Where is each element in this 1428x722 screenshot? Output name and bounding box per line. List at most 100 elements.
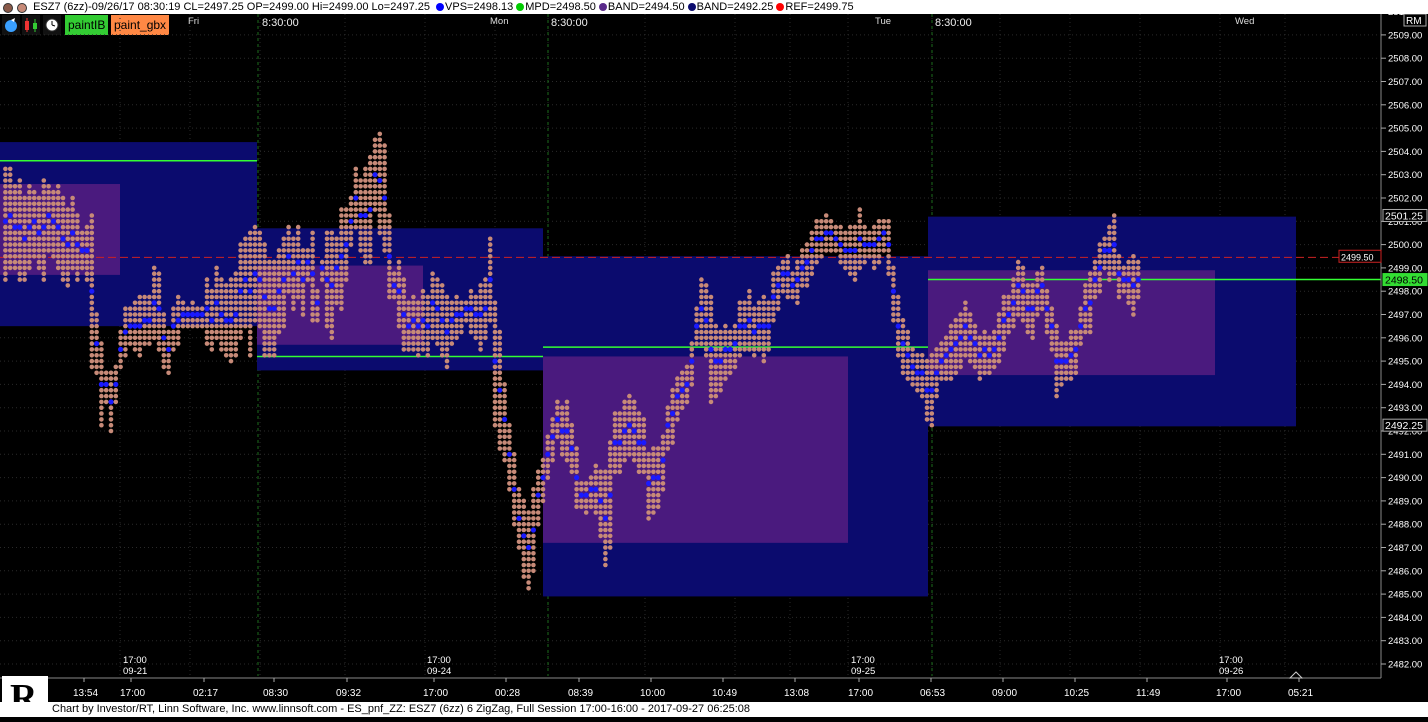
pnf-box xyxy=(382,149,387,154)
pnf-box xyxy=(497,399,503,405)
pnf-box xyxy=(290,271,296,277)
pnf-box xyxy=(166,353,171,358)
pnf-box xyxy=(75,230,80,236)
pnf-box xyxy=(70,224,75,230)
pnf-box xyxy=(147,323,152,329)
pnf-box xyxy=(271,277,277,282)
pnf-box xyxy=(1001,347,1007,352)
pnf-box xyxy=(483,300,488,306)
pnf-box xyxy=(243,248,248,253)
pnf-box xyxy=(425,323,431,329)
pnf-box xyxy=(276,312,282,317)
pnf-box xyxy=(1015,300,1021,306)
pnf-box xyxy=(271,288,277,294)
pnf-box xyxy=(387,283,392,288)
pnf-box xyxy=(718,335,723,341)
price-tick-label: 2484.00 xyxy=(1388,613,1422,624)
pnf-box xyxy=(684,393,690,399)
pnf-box xyxy=(747,300,752,306)
pnf-box xyxy=(852,247,858,253)
pnf-box xyxy=(603,481,608,486)
pnf-box xyxy=(1049,335,1055,341)
pnf-box xyxy=(958,364,963,370)
pnf-box xyxy=(1126,294,1131,300)
pnf-box xyxy=(286,271,291,277)
pnf-box xyxy=(257,271,263,277)
pnf-box xyxy=(651,492,656,498)
pnf-box xyxy=(430,300,436,306)
pnf-box xyxy=(751,329,757,335)
price-tick-label: 2504.00 xyxy=(1388,147,1422,158)
pnf-box xyxy=(598,492,603,498)
pnf-box xyxy=(324,277,330,283)
pnf-column xyxy=(655,446,661,510)
pnf-box xyxy=(526,562,531,568)
pnf-column xyxy=(406,300,412,352)
pnf-box xyxy=(372,137,378,143)
pnf-box xyxy=(583,492,589,498)
pnf-box xyxy=(766,306,771,312)
pnf-box xyxy=(1092,259,1098,265)
pnf-box xyxy=(473,306,479,312)
pnf-box xyxy=(1034,288,1040,294)
pnf-box xyxy=(127,323,133,329)
pnf-box xyxy=(324,230,330,236)
pnf-box xyxy=(396,259,402,265)
pnf-box xyxy=(267,300,272,306)
pnf-box xyxy=(550,428,555,434)
pnf-box xyxy=(857,259,863,265)
pnf-box xyxy=(1006,329,1011,335)
pnf-chart[interactable]: 2482.002483.002484.002485.002486.002487.… xyxy=(0,14,1428,702)
pnf-box xyxy=(247,254,253,259)
pnf-box xyxy=(358,236,363,242)
pnf-box xyxy=(262,353,267,358)
pnf-column xyxy=(967,312,973,364)
pnf-box xyxy=(459,318,464,323)
pnf-box xyxy=(545,434,551,440)
pnf-box xyxy=(497,335,503,341)
pnf-box xyxy=(722,346,729,352)
pnf-box xyxy=(420,294,426,300)
pnf-box xyxy=(262,254,267,259)
pnf-box xyxy=(473,311,479,318)
pnf-box xyxy=(214,323,219,329)
pnf-box xyxy=(675,417,680,422)
pnf-box xyxy=(929,393,935,399)
pnf-box xyxy=(401,329,407,335)
pnf-box xyxy=(636,469,642,475)
pnf-box xyxy=(108,399,114,405)
pnf-box xyxy=(233,300,239,306)
pnf-box xyxy=(401,277,407,282)
pnf-box xyxy=(367,160,373,166)
pnf-box xyxy=(521,521,527,527)
pnf-box xyxy=(1087,300,1093,306)
pnf-box xyxy=(521,504,527,510)
pnf-box xyxy=(449,317,455,323)
pnf-box xyxy=(156,341,162,346)
pnf-box xyxy=(127,335,133,341)
pnf-box xyxy=(98,381,104,387)
pnf-box xyxy=(151,306,157,312)
pnf-box xyxy=(151,329,157,335)
pnf-box xyxy=(708,323,714,329)
pnf-box xyxy=(723,358,728,364)
pnf-box xyxy=(406,347,411,352)
pnf-box xyxy=(94,347,99,352)
pnf-box xyxy=(396,271,402,277)
pnf-box xyxy=(127,329,133,335)
pnf-box xyxy=(699,294,704,300)
pnf-box xyxy=(329,236,335,242)
pnf-box xyxy=(204,277,210,282)
pnf-box xyxy=(247,283,253,288)
pnf-box xyxy=(204,341,210,346)
pnf-box xyxy=(828,242,834,247)
pnf-box xyxy=(300,288,306,294)
pnf-box xyxy=(286,248,291,253)
pnf-box xyxy=(353,195,359,201)
pnf-box xyxy=(75,236,80,242)
pnf-box xyxy=(262,347,267,352)
pnf-box xyxy=(468,300,474,306)
pnf-box xyxy=(919,353,925,358)
pnf-box xyxy=(847,271,853,277)
pnf-box xyxy=(219,277,224,282)
